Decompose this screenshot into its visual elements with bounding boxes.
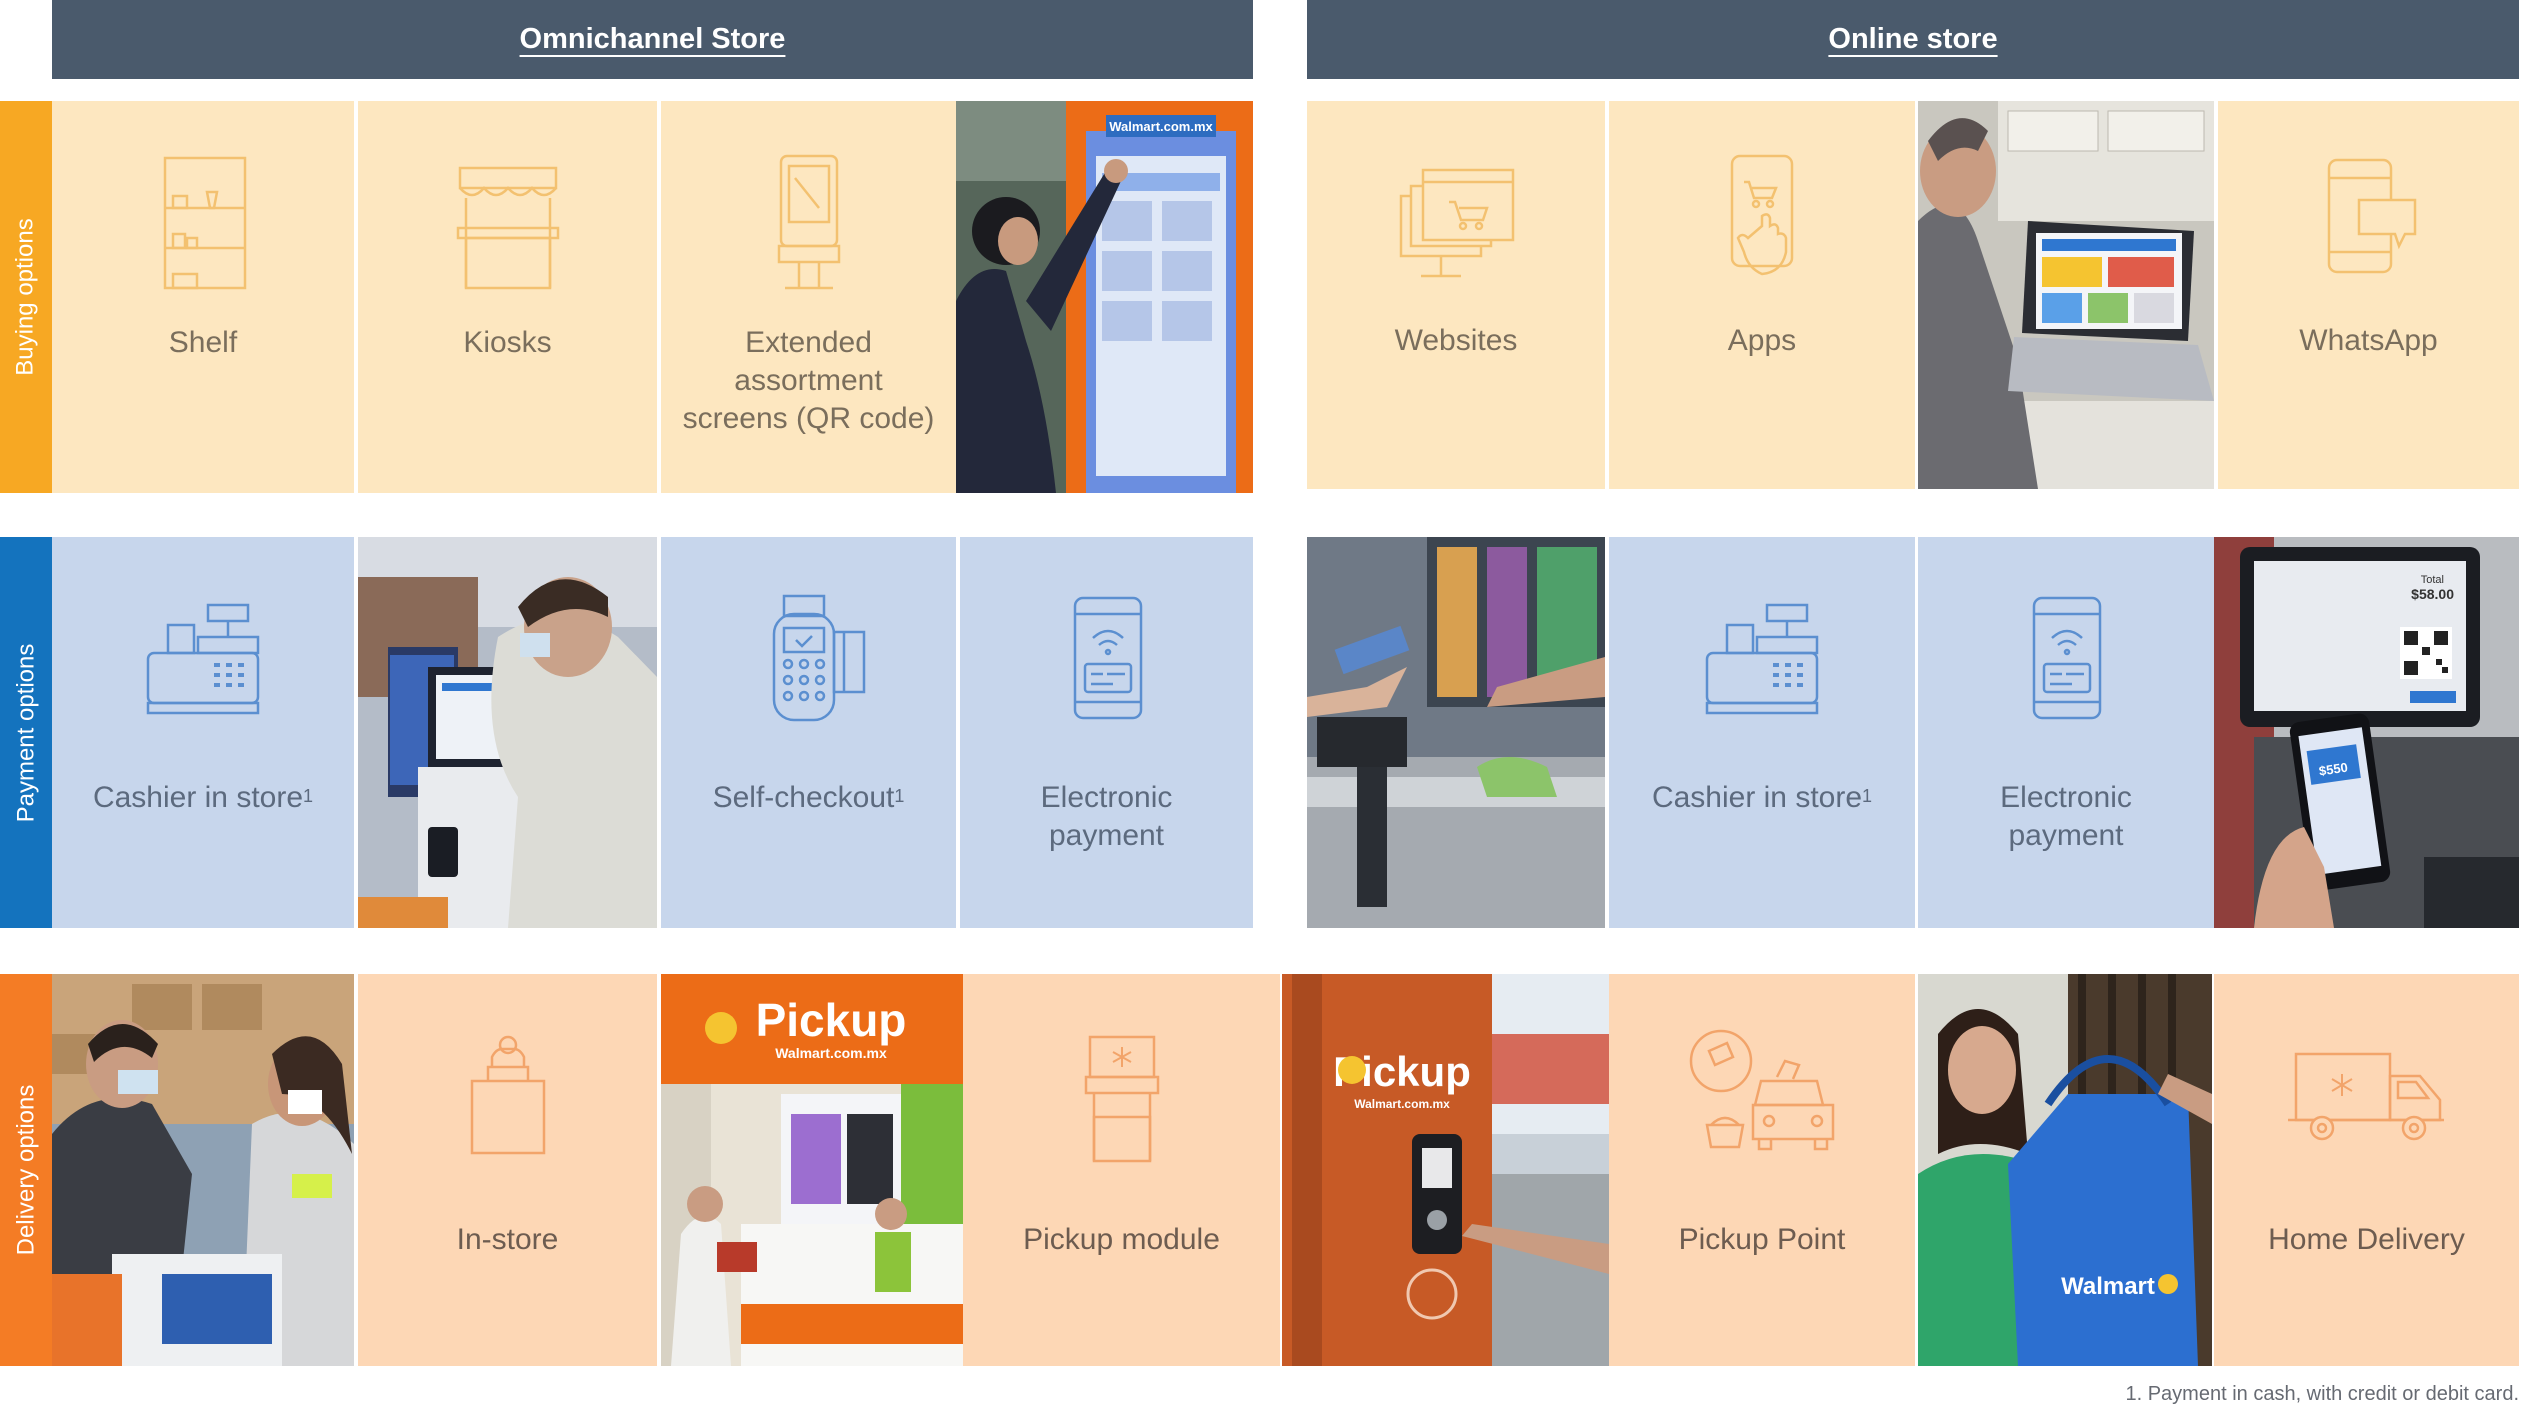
whatsapp-label: WhatsApp — [2299, 324, 2438, 358]
extended-line-2: screens (QR code) — [682, 402, 935, 436]
row-label-buying-text: Buying options — [12, 218, 40, 376]
tile-cashier-in-store: Cashier in store1 — [52, 537, 354, 928]
home-delivery-label: Home Delivery — [2268, 1222, 2465, 1256]
shopping-bag-icon — [358, 974, 657, 1217]
mobile-app-icon — [1609, 101, 1915, 342]
tile-pickup-module: Pickup module — [963, 974, 1280, 1366]
photo-laptop-shopping — [1918, 101, 2214, 489]
header-omnichannel-title: Omnichannel Store — [519, 23, 786, 55]
tile-cashier-online: Cashier in store1 — [1609, 537, 1915, 928]
tile-pickup-point: Pickup Point — [1609, 974, 1915, 1366]
row-label-buying: Buying options — [0, 101, 52, 493]
tile-home-delivery: Home Delivery — [2214, 974, 2519, 1366]
tile-whatsapp: WhatsApp — [2218, 101, 2519, 489]
cashier-in-store-text: Cashier in store — [92, 781, 304, 815]
photo-kiosk-screen: Walmart.com.mx — [956, 101, 1253, 493]
tile-shelf: Shelf — [52, 101, 354, 493]
delivery-truck-icon — [2214, 974, 2519, 1217]
phone-payment-icon — [960, 537, 1253, 779]
electronic-payment-online-line-1: Electronic — [2000, 781, 2132, 815]
extended-line-1: Extended assortment — [734, 326, 883, 398]
card-terminal-icon — [661, 537, 956, 779]
screen-amount-text: $58.00 — [2411, 586, 2454, 602]
row-label-payment: Payment options — [0, 537, 52, 928]
pickup-sub-text: Walmart.com.mx — [775, 1045, 887, 1061]
tile-in-store: In-store — [358, 974, 657, 1366]
touchscreen-kiosk-icon — [661, 101, 956, 344]
footnote-mark: 1 — [894, 786, 905, 807]
pickup-point-car-icon — [1609, 974, 1915, 1217]
in-store-label: In-store — [456, 1222, 559, 1256]
photo-self-checkout — [358, 537, 657, 928]
header-online-store: Online store — [1307, 0, 2519, 79]
row-label-delivery-text: Delivery options — [12, 1084, 39, 1256]
electronic-payment-label: Electronic payment — [968, 779, 1245, 855]
tile-electronic-payment-online: Electronic payment — [1918, 537, 2214, 928]
tile-self-checkout: Self-checkout1 — [661, 537, 956, 928]
extended-assortment-label: Extended assortment screens (QR code) — [669, 324, 948, 438]
shelf-icon — [52, 101, 354, 344]
row-label-delivery: Delivery options — [0, 974, 52, 1366]
photo-card-payment — [1307, 537, 1605, 928]
cashier-online-text: Cashier in store — [1651, 781, 1863, 815]
screen-total-text: Total — [2421, 574, 2444, 586]
photo-pickup-counter: Pickup Walmart.com.mx — [661, 974, 963, 1366]
kiosk-brand-text: Walmart.com.mx — [1109, 119, 1213, 134]
footnote-mark: 1 — [1862, 786, 1873, 807]
cash-register-icon — [1609, 537, 1915, 779]
row-label-payment-text: Payment options — [12, 643, 39, 822]
tile-extended-assortment: Extended assortment screens (QR code) — [661, 101, 956, 493]
electronic-payment-online-label: Electronic payment — [1926, 779, 2206, 855]
pickup-sign-text: Pickup — [756, 994, 907, 1046]
header-omnichannel-store: Omnichannel Store — [52, 0, 1253, 79]
cashier-online-label: Cashier in store1 — [1617, 779, 1907, 817]
apps-label: Apps — [1727, 324, 1797, 358]
photo-qr-payment: Total $58.00 $550 — [2214, 537, 2519, 928]
tile-electronic-payment: Electronic payment — [960, 537, 1253, 928]
phone-payment-icon — [1918, 537, 2214, 779]
cashier-in-store-label: Cashier in store1 — [60, 779, 346, 817]
whatsapp-chat-icon — [2218, 101, 2519, 342]
photo-in-store-delivery — [52, 974, 354, 1366]
self-checkout-text: Self-checkout — [712, 781, 895, 815]
tile-apps: Apps — [1609, 101, 1915, 489]
header-online-title: Online store — [1828, 23, 1998, 55]
kiosks-label: Kiosks — [463, 326, 552, 360]
shelf-label: Shelf — [168, 326, 238, 360]
pickup-module-icon — [963, 974, 1280, 1217]
kiosk-icon — [358, 101, 657, 344]
pickup-point-label: Pickup Point — [1678, 1222, 1846, 1256]
cash-register-icon — [52, 537, 354, 779]
tile-websites: Websites — [1307, 101, 1605, 489]
electronic-payment-line-1: Electronic — [1040, 781, 1173, 815]
footnote-mark: 1 — [303, 786, 314, 807]
locker-sub-text: Walmart.com.mx — [1354, 1097, 1450, 1111]
pickup-module-label: Pickup module — [1023, 1222, 1220, 1256]
websites-label: Websites — [1394, 324, 1518, 358]
bag-brand-text: Walmart — [2061, 1273, 2155, 1300]
photo-pickup-locker: Pickup Walmart.com.mx — [1282, 974, 1609, 1366]
electronic-payment-online-line-2: payment — [2008, 819, 2124, 853]
self-checkout-label: Self-checkout1 — [669, 779, 948, 817]
website-browser-icon — [1307, 101, 1605, 342]
photo-home-delivery: Walmart — [1918, 974, 2212, 1366]
footnote: 1. Payment in cash, with credit or debit… — [2125, 1383, 2519, 1405]
electronic-payment-line-2: payment — [1048, 819, 1165, 853]
tile-kiosks: Kiosks — [358, 101, 657, 493]
